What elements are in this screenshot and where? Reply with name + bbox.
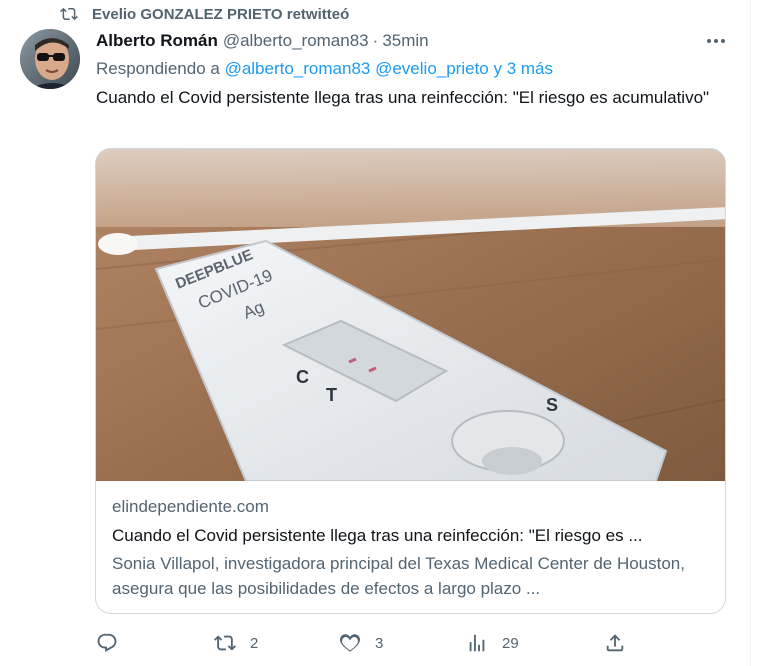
card-description: Sonia Villapol, investigadora principal …: [112, 554, 685, 598]
c-mark: C: [296, 367, 309, 387]
card-image[interactable]: DEEPBLUE COVID-19 Ag C T S: [96, 149, 726, 481]
action-bar: 2 3 29: [96, 630, 636, 656]
separator-dot: ·: [372, 31, 379, 50]
views-button[interactable]: 29: [466, 630, 519, 656]
retweet-button[interactable]: 2: [214, 630, 258, 656]
reply-icon: [97, 633, 117, 652]
retweet-context[interactable]: Evelio GONZALEZ PRIETO retwitteó: [60, 4, 349, 24]
like-count: 3: [375, 634, 384, 652]
card-title: Cuando el Covid persistente llega tras u…: [112, 526, 643, 545]
t-mark: T: [326, 385, 337, 405]
more-mentions-link[interactable]: y 3 más: [493, 59, 553, 78]
author-handle[interactable]: @alberto_roman83: [223, 31, 369, 51]
tweet-text: Cuando el Covid persistente llega tras u…: [96, 88, 710, 107]
avatar[interactable]: [20, 29, 80, 89]
author-name[interactable]: Alberto Román: [96, 31, 218, 51]
card-domain: elindependiente.com: [112, 497, 269, 516]
retweet-icon: [214, 635, 236, 651]
reply-button[interactable]: [96, 630, 132, 656]
more-icon: [707, 39, 725, 43]
like-button[interactable]: 3: [339, 630, 383, 656]
share-icon: [606, 634, 624, 652]
retweet-icon: [60, 7, 78, 21]
tweet-header: Alberto Román @alberto_roman83 · 35min: [96, 30, 429, 52]
mention-link[interactable]: @evelio_prieto: [375, 59, 489, 78]
views-chart-icon: [469, 634, 485, 652]
heart-icon: [340, 634, 360, 652]
retweet-count: 2: [250, 634, 259, 652]
card-meta[interactable]: elindependiente.com Cuando el Covid pers…: [112, 495, 712, 601]
replying-to-label: Respondiendo a: [96, 59, 220, 78]
timeline-border: [750, 0, 751, 666]
timestamp[interactable]: 35min: [382, 31, 428, 51]
mention-link[interactable]: @alberto_roman83: [225, 59, 371, 78]
views-count: 29: [502, 634, 519, 652]
retweet-text: Evelio GONZALEZ PRIETO retwitteó: [92, 5, 350, 23]
s-mark: S: [546, 395, 558, 415]
tweet[interactable]: Evelio GONZALEZ PRIETO retwitteó Alberto…: [0, 0, 750, 666]
link-card[interactable]: DEEPBLUE COVID-19 Ag C T S elindependien…: [95, 148, 726, 614]
share-button[interactable]: [604, 630, 626, 656]
replying-to: Respondiendo a @alberto_roman83 @evelio_…: [96, 59, 553, 81]
more-options-button[interactable]: [703, 31, 729, 51]
